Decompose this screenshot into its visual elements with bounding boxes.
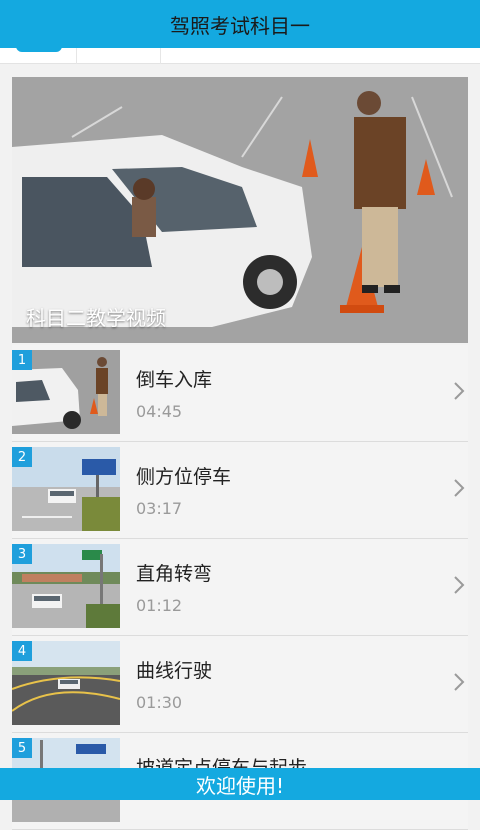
chevron-right-icon [454, 576, 465, 594]
video-list-item[interactable]: 4 曲线行驶 01:30 [12, 636, 468, 733]
tab-divider [76, 48, 77, 64]
video-index-badge: 4 [12, 641, 32, 661]
video-list-item[interactable]: 3 直角转弯 01:12 [12, 539, 468, 636]
video-duration: 01:12 [136, 596, 183, 615]
video-thumbnail: 4 [12, 641, 120, 725]
tab-strip [0, 46, 480, 64]
video-list: 1 倒车入库 04:45 2 侧方位停车 03:17 3 直角转弯 01:12 … [12, 345, 468, 830]
chevron-right-icon [454, 382, 465, 400]
video-thumbnail: 3 [12, 544, 120, 628]
hero-caption: 科目二教学视频 [26, 306, 166, 330]
app-title-bar: 驾照考试科目一 [0, 0, 480, 48]
video-duration: 01:30 [136, 693, 183, 712]
tab-divider [160, 48, 161, 64]
video-thumbnail: 1 [12, 350, 120, 434]
video-title: 曲线行驶 [136, 660, 213, 682]
video-index-badge: 5 [12, 738, 32, 758]
video-duration: 04:45 [136, 402, 183, 421]
welcome-banner: 欢迎使用! [0, 768, 480, 800]
app-title: 驾照考试科目一 [170, 13, 310, 38]
active-tab-indicator[interactable] [16, 46, 62, 52]
video-index-badge: 3 [12, 544, 32, 564]
hero-banner[interactable]: 科目二教学视频 [12, 77, 468, 343]
video-list-item[interactable]: 2 侧方位停车 03:17 [12, 442, 468, 539]
chevron-right-icon [454, 479, 465, 497]
video-list-item[interactable]: 1 倒车入库 04:45 [12, 345, 468, 442]
video-index-badge: 1 [12, 350, 32, 370]
welcome-text: 欢迎使用! [195, 773, 285, 798]
video-title: 侧方位停车 [136, 466, 232, 488]
video-duration: 03:17 [136, 499, 183, 518]
video-title: 直角转弯 [136, 563, 213, 585]
video-title: 倒车入库 [136, 369, 213, 391]
chevron-right-icon [454, 673, 465, 691]
video-index-badge: 2 [12, 447, 32, 467]
video-thumbnail: 2 [12, 447, 120, 531]
